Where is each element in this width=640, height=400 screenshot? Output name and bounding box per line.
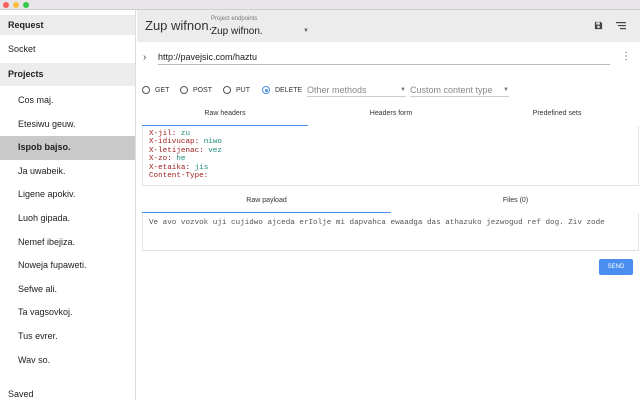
chevron-down-icon: ▼ <box>503 87 509 93</box>
page-title: Zup wifnon. <box>145 18 213 33</box>
url-row: › http://pavejsic.com/haztu ⋮ <box>137 50 640 68</box>
header-line: X-jil: zu <box>149 130 632 138</box>
header-tabs: Raw headers Headers form Predefined sets <box>142 104 640 126</box>
toolbar: Zup wifnon. Project endpoints Zup wifnon… <box>137 10 640 42</box>
chevron-down-icon[interactable]: ▼ <box>303 28 309 34</box>
header-value: vez <box>208 146 222 155</box>
menu-icon[interactable] <box>616 21 626 30</box>
sidebar-project-item[interactable]: Wav so. <box>0 349 135 373</box>
header-key: Content-Type: <box>149 172 209 181</box>
tab-files[interactable]: Files (0) <box>391 191 640 213</box>
header-key: X-zo: <box>149 155 172 164</box>
tab-predefined-sets[interactable]: Predefined sets <box>474 104 640 126</box>
main-panel: Zup wifnon. Project endpoints Zup wifnon… <box>137 10 640 400</box>
sidebar-project-item[interactable]: Etesiwu geuw. <box>0 113 135 137</box>
header-line: X-idivucap: niwo <box>149 138 632 146</box>
tab-raw-payload[interactable]: Raw payload <box>142 191 391 213</box>
sidebar-project-item[interactable]: Ispob bajso. <box>0 136 135 160</box>
method-radio-put[interactable]: PUT <box>223 86 250 94</box>
sidebar-project-item[interactable]: Ligene apokiv. <box>0 183 135 207</box>
sidebar-project-item[interactable]: Noweja fupaweti. <box>0 254 135 278</box>
header-value: he <box>176 155 186 164</box>
payload-editor[interactable]: Ve avo vozvok uji cujidwo ajceda erIolje… <box>142 213 639 251</box>
header-key: X-jil: <box>149 130 177 138</box>
radio-icon <box>262 86 270 94</box>
send-button[interactable]: SEND <box>599 259 633 275</box>
method-label: DELETE <box>275 86 303 94</box>
sidebar-project-item[interactable]: Ta vagsovkoj. <box>0 301 135 325</box>
method-radio-post[interactable]: POST <box>180 86 212 94</box>
raw-headers-editor[interactable]: X-jil: zu X-idivucap: niwo X-letijenac: ve… <box>142 126 639 186</box>
header-line: Content-Type: <box>149 172 632 180</box>
header-value: niwo <box>203 138 222 147</box>
sidebar-project-item[interactable]: Nemef ibejiza. <box>0 231 135 255</box>
radio-icon <box>142 86 150 94</box>
content-type-placeholder: Custom content type <box>410 85 493 95</box>
method-radio-get[interactable]: GET <box>142 86 169 94</box>
sidebar-project-item[interactable]: Cos maj. <box>0 89 135 113</box>
save-icon[interactable] <box>594 21 603 30</box>
endpoints-label: Project endpoints <box>211 16 258 22</box>
header-line: X-letijenac: vez <box>149 147 632 155</box>
method-selector: GET POST PUT DELETE Other methods ▼ Cust… <box>142 84 640 98</box>
endpoint-select[interactable]: Zup wifnon. <box>211 26 263 37</box>
header-value: jis <box>194 163 209 172</box>
method-label: GET <box>155 86 170 94</box>
window-titlebar <box>0 0 640 10</box>
content-type-select[interactable]: Custom content type ▼ <box>410 85 509 97</box>
header-key: X-etaika: <box>149 163 191 172</box>
header-line: X-zo: he <box>149 155 632 163</box>
header-line: X-etaika: jis <box>149 164 632 172</box>
radio-icon <box>180 86 188 94</box>
close-window-button[interactable] <box>3 2 9 8</box>
project-list: Cos maj. Etesiwu geuw. Ispob bajso. Ja uwab… <box>0 89 135 372</box>
header-key: X-idivucap: <box>149 138 200 147</box>
header-key: X-letijenac: <box>149 146 204 155</box>
method-radio-delete[interactable]: DELETE <box>262 86 302 94</box>
method-label: PUT <box>236 86 250 94</box>
sidebar-project-item[interactable]: Tus evrer. <box>0 325 135 349</box>
sidebar-project-item[interactable]: Ja uwabeik. <box>0 160 135 184</box>
tab-raw-headers[interactable]: Raw headers <box>142 104 308 126</box>
sidebar: Request Socket Projects Cos maj. Etesiwu … <box>0 10 136 400</box>
minimize-window-button[interactable] <box>13 2 19 8</box>
url-input[interactable]: http://pavejsic.com/haztu <box>158 51 610 65</box>
more-vert-icon[interactable]: ⋮ <box>621 51 631 62</box>
chevron-right-icon[interactable]: › <box>143 52 146 63</box>
sidebar-socket[interactable]: Socket <box>0 39 135 59</box>
payload-tabs: Raw payload Files (0) <box>142 191 640 213</box>
sidebar-project-item[interactable]: Sefwe ali. <box>0 278 135 302</box>
other-methods-placeholder: Other methods <box>307 85 367 95</box>
radio-icon <box>223 86 231 94</box>
header-value: zu <box>180 130 191 138</box>
tab-headers-form[interactable]: Headers form <box>308 104 474 126</box>
sidebar-project-item[interactable]: Luoh gipada. <box>0 207 135 231</box>
sidebar-request[interactable]: Request <box>0 15 135 35</box>
method-label: POST <box>193 86 213 94</box>
sidebar-saved[interactable]: Saved <box>0 388 34 400</box>
sidebar-projects[interactable]: Projects <box>0 63 135 86</box>
other-methods-select[interactable]: Other methods ▼ <box>307 85 406 97</box>
chevron-down-icon: ▼ <box>400 87 406 93</box>
header-lines: X-jil: zu X-idivucap: niwo X-letijenac: ve… <box>149 130 632 180</box>
zoom-window-button[interactable] <box>23 2 29 8</box>
